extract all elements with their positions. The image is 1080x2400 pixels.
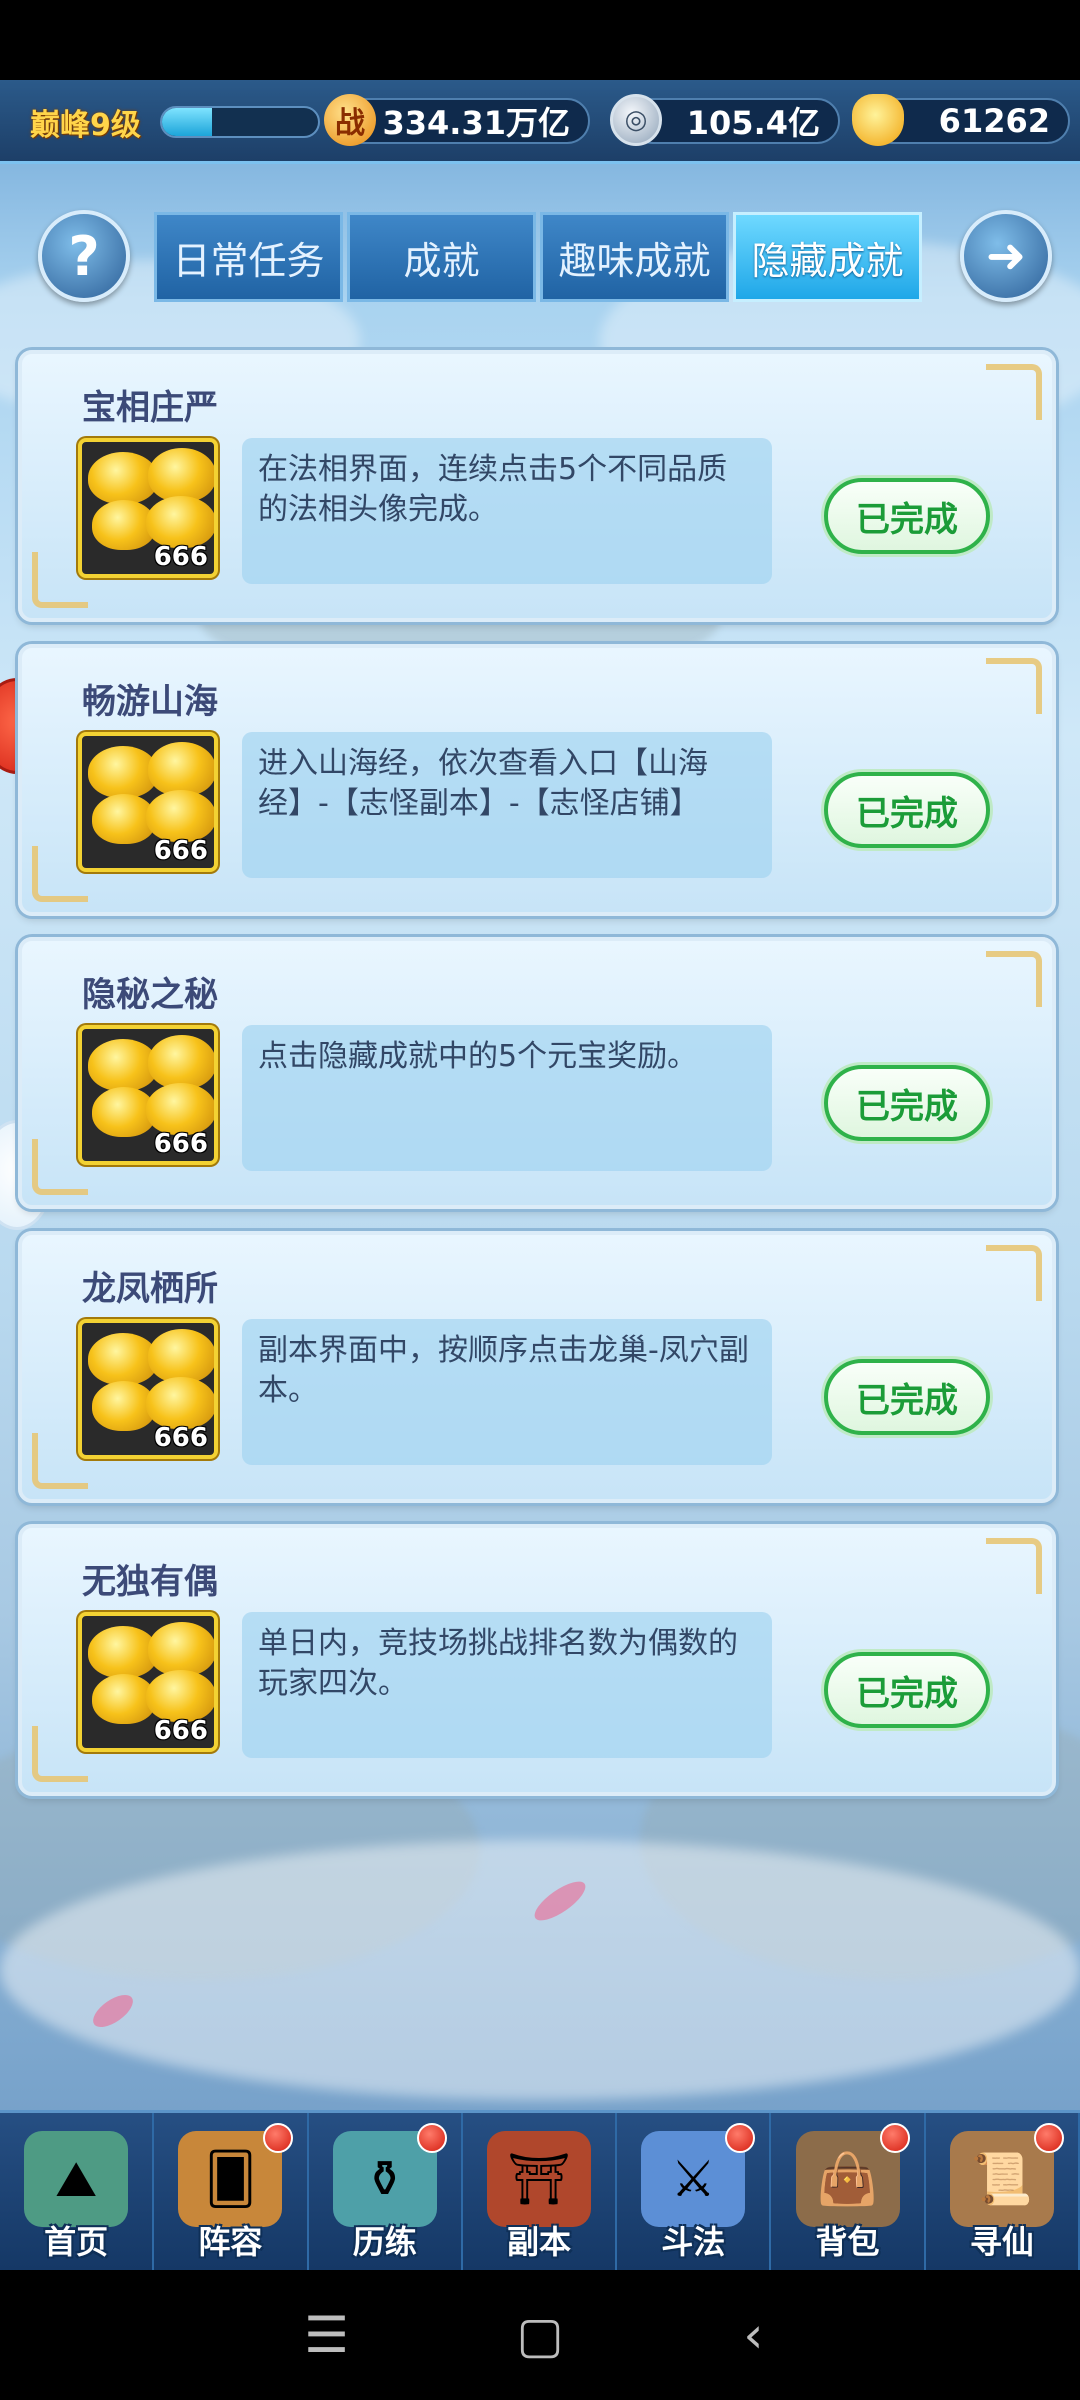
ingot-shape <box>146 790 214 842</box>
gold-ingot-reward-icon[interactable]: 666 <box>78 1612 218 1752</box>
nav-label: 背包 <box>815 2223 880 2261</box>
corner-ornament <box>986 951 1042 1007</box>
nav-item-4[interactable]: ⚔ 斗法 <box>617 2113 772 2270</box>
completed-button[interactable]: 已完成 <box>824 1359 990 1435</box>
nav-label: 首页 <box>44 2223 109 2261</box>
corner-ornament <box>986 1538 1042 1594</box>
ingot-shape <box>148 1035 214 1089</box>
back-arrow-icon: ➜ <box>985 228 1027 284</box>
menu-icon[interactable]: ☰ <box>287 2306 367 2364</box>
bottom-navigation: ⛰ 首页 🂠 阵容 ⚱ 历练 ⛩ 副本 ⚔ 斗法 👜 背包 📜 寻仙 <box>0 2110 1080 2270</box>
achievement-card: 无独有偶 666 单日内，竞技场挑战排名数为偶数的玩家四次。 已完成 <box>18 1524 1056 1796</box>
battle-power-icon: 战 <box>324 94 376 146</box>
completed-button[interactable]: 已完成 <box>824 1065 990 1141</box>
bg-cloud <box>0 1840 1080 2100</box>
achievement-description: 进入山海经，依次查看入口【山海经】-【志怪副本】-【志怪店铺】 <box>242 732 772 878</box>
ingot-shape <box>146 496 214 548</box>
achievement-description: 副本界面中，按顺序点击龙巢-凤穴副本。 <box>242 1319 772 1465</box>
back-button[interactable]: ➜ <box>960 210 1052 302</box>
home-island-icon: ⛰ <box>24 2131 129 2227</box>
ingot-shape <box>148 448 214 502</box>
ingot-shape <box>146 1670 214 1722</box>
achievement-title: 畅游山海 <box>82 682 218 722</box>
resource-bar: 巅峰9级 334.31万亿 战 105.4亿 ◎ 61262 <box>0 80 1080 164</box>
power-value: 334.31万亿 <box>340 98 590 144</box>
reward-count: 666 <box>153 1423 208 1453</box>
notification-dot <box>416 2123 447 2153</box>
achievement-title: 宝相庄严 <box>82 388 218 428</box>
achievement-title: 龙凤栖所 <box>82 1269 218 1309</box>
ingot-shape <box>148 1329 214 1383</box>
level-progress-fill <box>162 108 212 136</box>
ingot-shape <box>146 1083 214 1135</box>
game-screen: 巅峰9级 334.31万亿 战 105.4亿 ◎ 61262 ? 日常任务 成就… <box>0 80 1080 2270</box>
tab-daily-tasks[interactable]: 日常任务 <box>154 212 343 302</box>
reward-count: 666 <box>153 1129 208 1159</box>
ingot-shape <box>146 1377 214 1429</box>
dungeon-gate-icon: ⛩ <box>486 2131 591 2227</box>
reward-count: 666 <box>153 1716 208 1746</box>
gold-ingot-icon <box>852 94 904 146</box>
nav-item-1[interactable]: 🂠 阵容 <box>154 2113 309 2270</box>
nav-label: 斗法 <box>661 2223 726 2261</box>
corner-ornament <box>986 364 1042 420</box>
gold-ingot-reward-icon[interactable]: 666 <box>78 1025 218 1165</box>
tab-achievements[interactable]: 成就 <box>347 212 536 302</box>
achievement-description: 在法相界面，连续点击5个不同品质的法相头像完成。 <box>242 438 772 584</box>
tab-fun-achievements[interactable]: 趣味成就 <box>540 212 729 302</box>
corner-ornament <box>986 658 1042 714</box>
ingot-shape <box>148 742 214 796</box>
completed-button[interactable]: 已完成 <box>824 1652 990 1728</box>
nav-item-0[interactable]: ⛰ 首页 <box>0 2113 155 2270</box>
completed-button[interactable]: 已完成 <box>824 772 990 848</box>
copper-coin-icon: ◎ <box>610 94 662 146</box>
notification-dot <box>725 2123 756 2153</box>
level-progress-bar <box>160 106 320 138</box>
achievement-title: 无独有偶 <box>82 1562 218 1602</box>
nav-label: 副本 <box>506 2223 571 2261</box>
completed-button[interactable]: 已完成 <box>824 478 990 554</box>
reward-count: 666 <box>153 836 208 866</box>
notification-dot <box>1033 2123 1064 2153</box>
notification-dot <box>262 2123 293 2153</box>
achievement-title: 隐秘之秘 <box>82 975 218 1015</box>
corner-ornament <box>986 1245 1042 1301</box>
status-bar <box>0 0 1080 80</box>
nav-item-5[interactable]: 👜 背包 <box>771 2113 926 2270</box>
back-chevron-icon[interactable]: ‹ <box>713 2306 793 2364</box>
nav-label: 寻仙 <box>969 2223 1034 2261</box>
gold-ingot-reward-icon[interactable]: 666 <box>78 732 218 872</box>
achievement-card: 龙凤栖所 666 副本界面中，按顺序点击龙巢-凤穴副本。 已完成 <box>18 1231 1056 1503</box>
peak-level: 巅峰9级 <box>30 108 141 143</box>
home-square-icon[interactable]: ▢ <box>500 2306 580 2364</box>
tab-hidden-achievements[interactable]: 隐藏成就 <box>733 212 922 302</box>
ingot-shape <box>148 1622 214 1676</box>
achievement-card: 宝相庄严 666 在法相界面，连续点击5个不同品质的法相头像完成。 已完成 <box>18 350 1056 622</box>
achievement-description: 单日内，竞技场挑战排名数为偶数的玩家四次。 <box>242 1612 772 1758</box>
gold-ingot-reward-icon[interactable]: 666 <box>78 438 218 578</box>
nav-item-2[interactable]: ⚱ 历练 <box>309 2113 463 2270</box>
achievement-description: 点击隐藏成就中的5个元宝奖励。 <box>242 1025 772 1171</box>
android-navigation-bar: ☰ ▢ ‹ <box>0 2270 1080 2400</box>
nav-item-6[interactable]: 📜 寻仙 <box>926 2113 1080 2270</box>
achievement-card: 畅游山海 666 进入山海经，依次查看入口【山海经】-【志怪副本】-【志怪店铺】 已完… <box>18 644 1056 916</box>
achievement-card: 隐秘之秘 666 点击隐藏成就中的5个元宝奖励。 已完成 <box>18 937 1056 1209</box>
nav-label: 阵容 <box>198 2223 263 2261</box>
gold-ingot-reward-icon[interactable]: 666 <box>78 1319 218 1459</box>
help-button[interactable]: ? <box>38 210 130 302</box>
nav-item-3[interactable]: ⛩ 副本 <box>463 2113 618 2270</box>
nav-label: 历练 <box>352 2223 417 2261</box>
achievement-tabs: 日常任务 成就 趣味成就 隐藏成就 <box>154 212 922 302</box>
notification-dot <box>879 2123 910 2153</box>
reward-count: 666 <box>153 542 208 572</box>
